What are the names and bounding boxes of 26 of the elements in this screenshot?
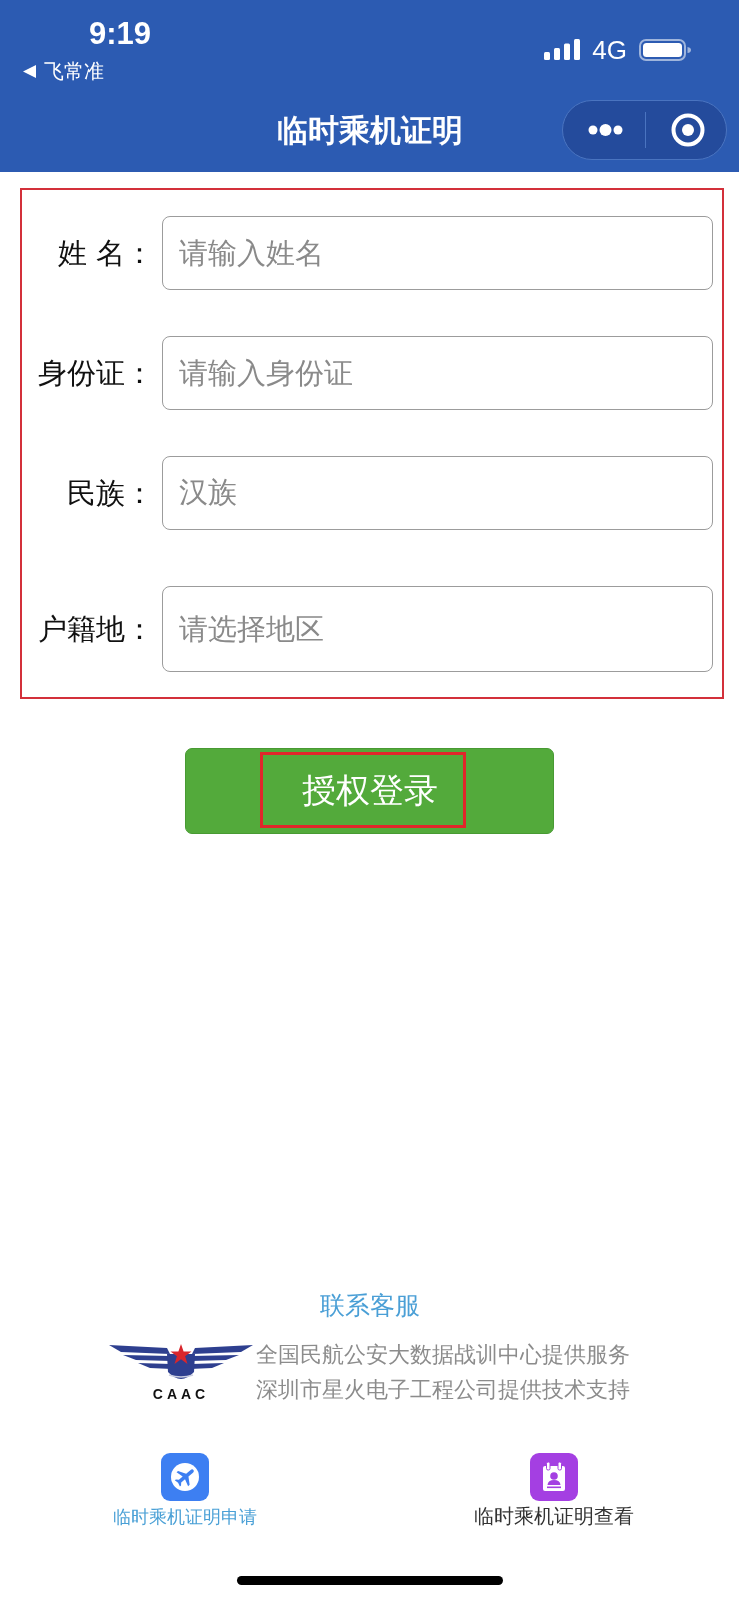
tab-item[interactable]: 临时乘机证明申请 xyxy=(112,1453,257,1529)
input-field[interactable]: 请选择地区 xyxy=(162,586,713,672)
contact-service-link[interactable]: 联系客服 xyxy=(319,1289,420,1323)
tab-item[interactable]: 临时乘机证明查看 xyxy=(474,1453,635,1529)
credit-text: 深圳市星火电子工程公司提供技术支持 xyxy=(256,1376,630,1404)
battery-icon xyxy=(639,38,691,61)
field-label: 姓 名： xyxy=(56,235,154,271)
network-label: 4G xyxy=(592,36,627,63)
signal-icon xyxy=(544,39,581,60)
status-time: 9:19 xyxy=(89,15,152,53)
logo-text: CAAC xyxy=(152,1386,210,1402)
input-field[interactable]: 请输入姓名 xyxy=(162,216,713,290)
back-app-link[interactable]: 飞常准 xyxy=(44,59,104,83)
input-field[interactable]: 请输入身份证 xyxy=(162,336,713,410)
page-title: 临时乘机证明 xyxy=(276,111,463,150)
id-badge-icon xyxy=(530,1453,579,1501)
login-button[interactable]: 授权登录 xyxy=(185,748,554,834)
ring-dot-icon[interactable] xyxy=(671,113,705,147)
airplane-icon xyxy=(160,1453,209,1501)
input-field[interactable]: 汉族 xyxy=(162,456,713,530)
field-label: 身份证： xyxy=(37,355,154,391)
more-icon[interactable] xyxy=(588,124,623,136)
field-label: 民族： xyxy=(66,475,154,511)
field-label: 户籍地： xyxy=(37,611,154,647)
credit-text: 全国民航公安大数据战训中心提供服务 xyxy=(256,1341,630,1369)
back-triangle-icon[interactable] xyxy=(23,64,36,78)
